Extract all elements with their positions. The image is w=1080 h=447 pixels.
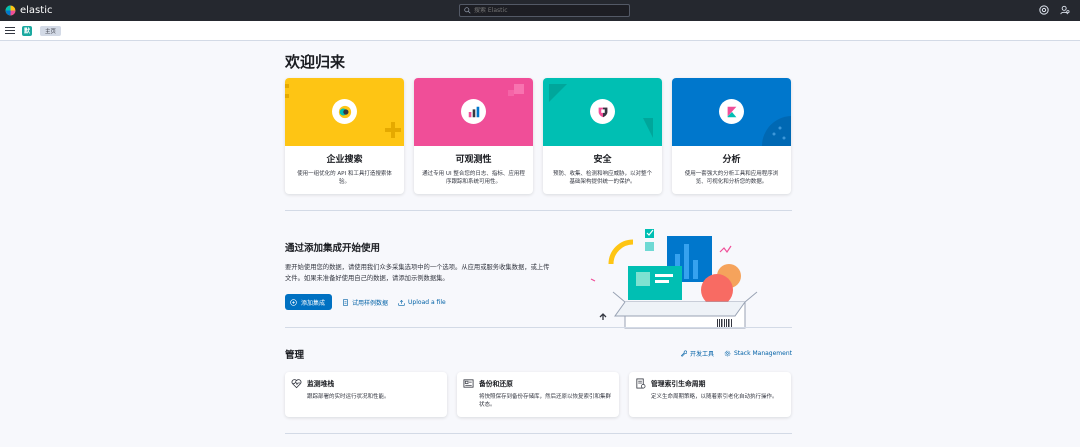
stack-management-label: Stack Management xyxy=(733,350,792,357)
heartbeat-icon xyxy=(291,378,302,417)
management-card-description: 跟踪部署的实时运行状况和性能。 xyxy=(307,394,390,400)
management-cards: 监测堆栈 跟踪部署的实时运行状况和性能。 备份和还原 将快照保存到备份存储库，然… xyxy=(285,372,791,417)
upload-file-label: Upload a file xyxy=(408,298,446,306)
card-title: 可观测性 xyxy=(455,155,492,165)
add-integrations-button[interactable]: 添加集成 xyxy=(285,294,333,310)
management-card-backup-restore[interactable]: 备份和还原 将快照保存到备份存储库，然后还原以恢复索引和集群状态。 xyxy=(457,372,619,417)
management-card-description: 定义生命周期策略，以随着索引老化自动执行操作。 xyxy=(651,394,778,400)
breadcrumb-bar: 默 主页 xyxy=(0,21,1080,41)
card-description: 使用一组优化的 API 和工具打造搜索体验。 xyxy=(297,171,392,186)
backup-icon xyxy=(463,378,474,417)
help-icon[interactable] xyxy=(1039,5,1049,15)
try-sample-data-link[interactable]: 试用样例数据 xyxy=(342,298,388,307)
management-card-monitor-stack[interactable]: 监测堆栈 跟踪部署的实时运行状况和性能。 xyxy=(285,372,447,417)
section-divider xyxy=(285,327,792,328)
dev-tools-link[interactable]: 开发工具 xyxy=(680,349,714,358)
card-description: 通过专用 UI 整合您的日志、指标、应用程序跟踪和系统可用性。 xyxy=(422,171,525,186)
card-banner xyxy=(672,78,791,146)
solution-card-security[interactable]: 安全 预防、收集、检测和响应威胁，以对整个基础架构提供统一的保护。 xyxy=(543,78,662,194)
hamburger-menu-icon[interactable] xyxy=(5,26,15,36)
card-banner xyxy=(414,78,533,146)
plus-circle-icon xyxy=(290,298,297,306)
lifecycle-icon xyxy=(635,378,646,417)
try-sample-data-label: 试用样例数据 xyxy=(352,299,389,307)
space-avatar[interactable]: 默 xyxy=(22,25,32,36)
upload-icon xyxy=(398,299,405,306)
upload-file-link[interactable]: Upload a file xyxy=(398,299,446,306)
solution-card-analytics[interactable]: 分析 使用一套强大的分析工具和应用程序浏览、可视化和分析您的数据。 xyxy=(672,78,791,194)
management-card-title: 备份和还原 xyxy=(479,380,513,388)
management-card-title: 管理索引生命周期 xyxy=(651,380,706,388)
top-header: elastic xyxy=(0,0,1080,21)
observability-icon xyxy=(461,99,486,124)
elastic-logo-icon xyxy=(5,5,16,16)
elastic-logo[interactable]: elastic xyxy=(5,5,52,16)
solution-cards: 企业搜索 使用一组优化的 API 和工具打造搜索体验。 可观测性 通过专用 UI… xyxy=(285,78,792,194)
card-banner xyxy=(285,78,404,146)
management-card-title: 监测堆栈 xyxy=(307,380,335,388)
card-title: 企业搜索 xyxy=(326,155,363,165)
card-title: 安全 xyxy=(593,155,612,165)
user-menu-icon[interactable] xyxy=(1060,5,1070,15)
stack-management-link[interactable]: Stack Management xyxy=(724,349,792,358)
enterprise-search-icon xyxy=(332,99,357,124)
add-integrations-label: 添加集成 xyxy=(301,299,326,307)
brand-name: elastic xyxy=(20,5,53,16)
document-icon xyxy=(343,298,348,306)
card-title: 分析 xyxy=(722,155,741,165)
section-divider xyxy=(285,433,792,434)
section-divider xyxy=(285,210,792,211)
solution-card-enterprise-search[interactable]: 企业搜索 使用一组优化的 API 和工具打造搜索体验。 xyxy=(285,78,404,194)
card-banner xyxy=(543,78,662,146)
card-description: 预防、收集、检测和响应威胁，以对整个基础架构提供统一的保护。 xyxy=(552,171,652,186)
dev-tools-label: 开发工具 xyxy=(689,351,714,358)
management-title: 管理 xyxy=(285,350,305,361)
security-shield-icon xyxy=(590,99,615,124)
management-card-description: 将快照保存到备份存储库，然后还原以恢复索引和集群状态。 xyxy=(479,394,612,409)
solution-card-observability[interactable]: 可观测性 通过专用 UI 整合您的日志、指标、应用程序跟踪和系统可用性。 xyxy=(414,78,533,194)
integrations-description: 要开始使用您的数据，请使用我们众多采集选项中的一个选项。从应用或服务收集数据，或… xyxy=(285,264,550,282)
management-card-index-lifecycle[interactable]: 管理索引生命周期 定义生命周期策略，以随着索引老化自动执行操作。 xyxy=(629,372,791,417)
integrations-title: 通过添加集成开始使用 xyxy=(285,243,381,254)
wrench-icon xyxy=(680,350,687,357)
breadcrumb-home[interactable]: 主页 xyxy=(40,25,62,36)
search-input[interactable] xyxy=(474,7,624,14)
search-icon xyxy=(464,7,471,14)
kibana-icon xyxy=(719,99,744,124)
integrations-illustration xyxy=(585,224,760,329)
card-description: 使用一套强大的分析工具和应用程序浏览、可视化和分析您的数据。 xyxy=(684,171,779,186)
page-title: 欢迎归来 xyxy=(285,53,346,71)
global-search[interactable] xyxy=(459,4,630,17)
gear-icon xyxy=(724,350,731,357)
